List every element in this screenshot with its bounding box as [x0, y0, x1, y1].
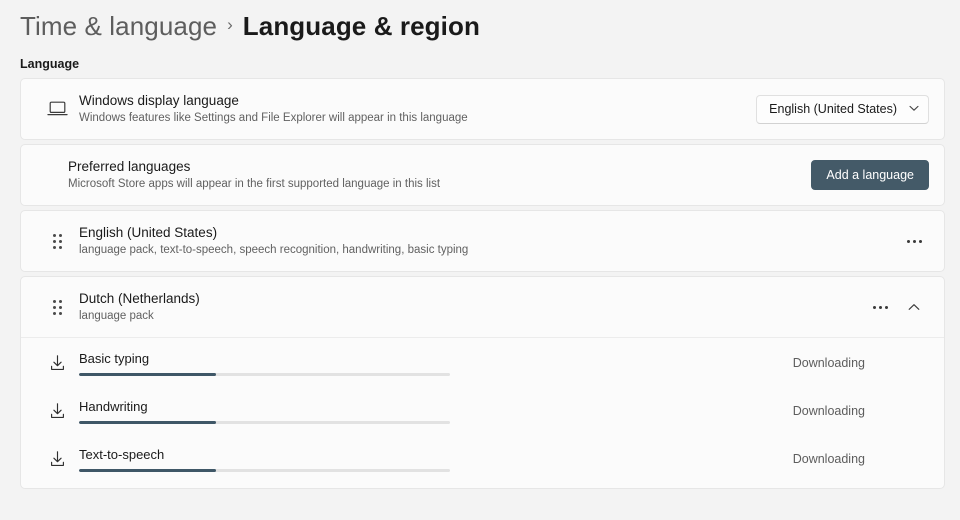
- laptop-icon: [35, 101, 79, 117]
- download-handwriting-progressbar: [79, 421, 450, 424]
- more-options-icon[interactable]: [865, 292, 895, 322]
- display-language-dropdown-value: English (United States): [769, 102, 897, 116]
- breadcrumb: Time & language › Language & region: [0, 0, 960, 44]
- preferred-languages-text: Preferred languages Microsoft Store apps…: [35, 158, 811, 192]
- preferred-languages-row: Preferred languages Microsoft Store apps…: [21, 145, 944, 205]
- page-title: Language & region: [242, 10, 480, 41]
- download-row-handwriting: Handwriting Downloading: [21, 387, 944, 435]
- section-label-language: Language: [20, 57, 80, 71]
- preferred-languages-card: Preferred languages Microsoft Store apps…: [20, 144, 945, 206]
- download-text-to-speech-status: Downloading: [792, 452, 865, 466]
- download-handwriting-main: Handwriting: [79, 398, 499, 424]
- settings-card-stack: Windows display language Windows feature…: [0, 78, 960, 489]
- download-handwriting-label: Handwriting: [79, 399, 148, 414]
- download-icon: [35, 450, 79, 469]
- drag-handle-icon[interactable]: [35, 233, 79, 249]
- download-basic-typing-main: Basic typing: [79, 350, 499, 376]
- progress-fill: [79, 373, 217, 376]
- language-card-dutch: Dutch (Netherlands) language pack Basic …: [20, 276, 945, 489]
- chevron-right-icon: ›: [227, 15, 233, 34]
- windows-display-language-text: Windows display language Windows feature…: [79, 92, 756, 126]
- chevron-down-icon: [909, 105, 919, 114]
- drag-handle-dots[interactable]: [52, 299, 62, 315]
- language-english-name: English (United States): [79, 225, 218, 240]
- language-dutch-text: Dutch (Netherlands) language pack: [79, 290, 865, 324]
- language-row-dutch[interactable]: Dutch (Netherlands) language pack: [21, 277, 944, 337]
- language-row-english[interactable]: English (United States) language pack, t…: [21, 211, 944, 271]
- language-english-features: language pack, text-to-speech, speech re…: [79, 244, 469, 256]
- download-basic-typing-progressbar: [79, 373, 450, 376]
- download-text-to-speech-progressbar: [79, 469, 450, 472]
- download-text-to-speech-main: Text-to-speech: [79, 446, 499, 472]
- language-english-text: English (United States) language pack, t…: [79, 224, 899, 258]
- download-basic-typing-label: Basic typing: [79, 351, 150, 366]
- drag-handle-icon[interactable]: [35, 299, 79, 315]
- download-basic-typing-status: Downloading: [792, 356, 865, 370]
- language-english-actions: [899, 226, 929, 256]
- windows-display-language-card: Windows display language Windows feature…: [20, 78, 945, 140]
- progress-fill: [79, 421, 217, 424]
- collapse-chevron-up-icon[interactable]: [899, 292, 929, 322]
- preferred-languages-title: Preferred languages: [68, 159, 191, 174]
- windows-display-language-title: Windows display language: [79, 93, 239, 108]
- breadcrumb-parent-link[interactable]: Time & language: [20, 11, 217, 42]
- display-language-dropdown[interactable]: English (United States): [756, 94, 929, 124]
- download-row-basic-typing: Basic typing Downloading: [21, 339, 944, 387]
- more-options-icon[interactable]: [899, 226, 929, 256]
- language-card-english: English (United States) language pack, t…: [20, 210, 945, 272]
- drag-handle-dots[interactable]: [52, 233, 62, 249]
- download-icon: [35, 354, 79, 373]
- preferred-languages-subtitle: Microsoft Store apps will appear in the …: [68, 178, 441, 190]
- ellipsis-dots: [906, 239, 922, 243]
- download-text-to-speech-label: Text-to-speech: [79, 447, 165, 462]
- download-handwriting-status: Downloading: [792, 404, 865, 418]
- language-dutch-download-list: Basic typing Downloading Handwriting Dow…: [21, 337, 944, 488]
- add-a-language-button[interactable]: Add a language: [811, 160, 929, 190]
- language-dutch-name: Dutch (Netherlands): [79, 291, 200, 306]
- language-dutch-actions: [865, 292, 929, 322]
- download-icon: [35, 402, 79, 421]
- language-dutch-features: language pack: [79, 310, 154, 322]
- ellipsis-dots: [872, 305, 888, 309]
- download-row-text-to-speech: Text-to-speech Downloading: [21, 435, 944, 483]
- windows-display-language-subtitle: Windows features like Settings and File …: [79, 112, 468, 124]
- progress-fill: [79, 469, 217, 472]
- windows-display-language-row: Windows display language Windows feature…: [21, 79, 944, 139]
